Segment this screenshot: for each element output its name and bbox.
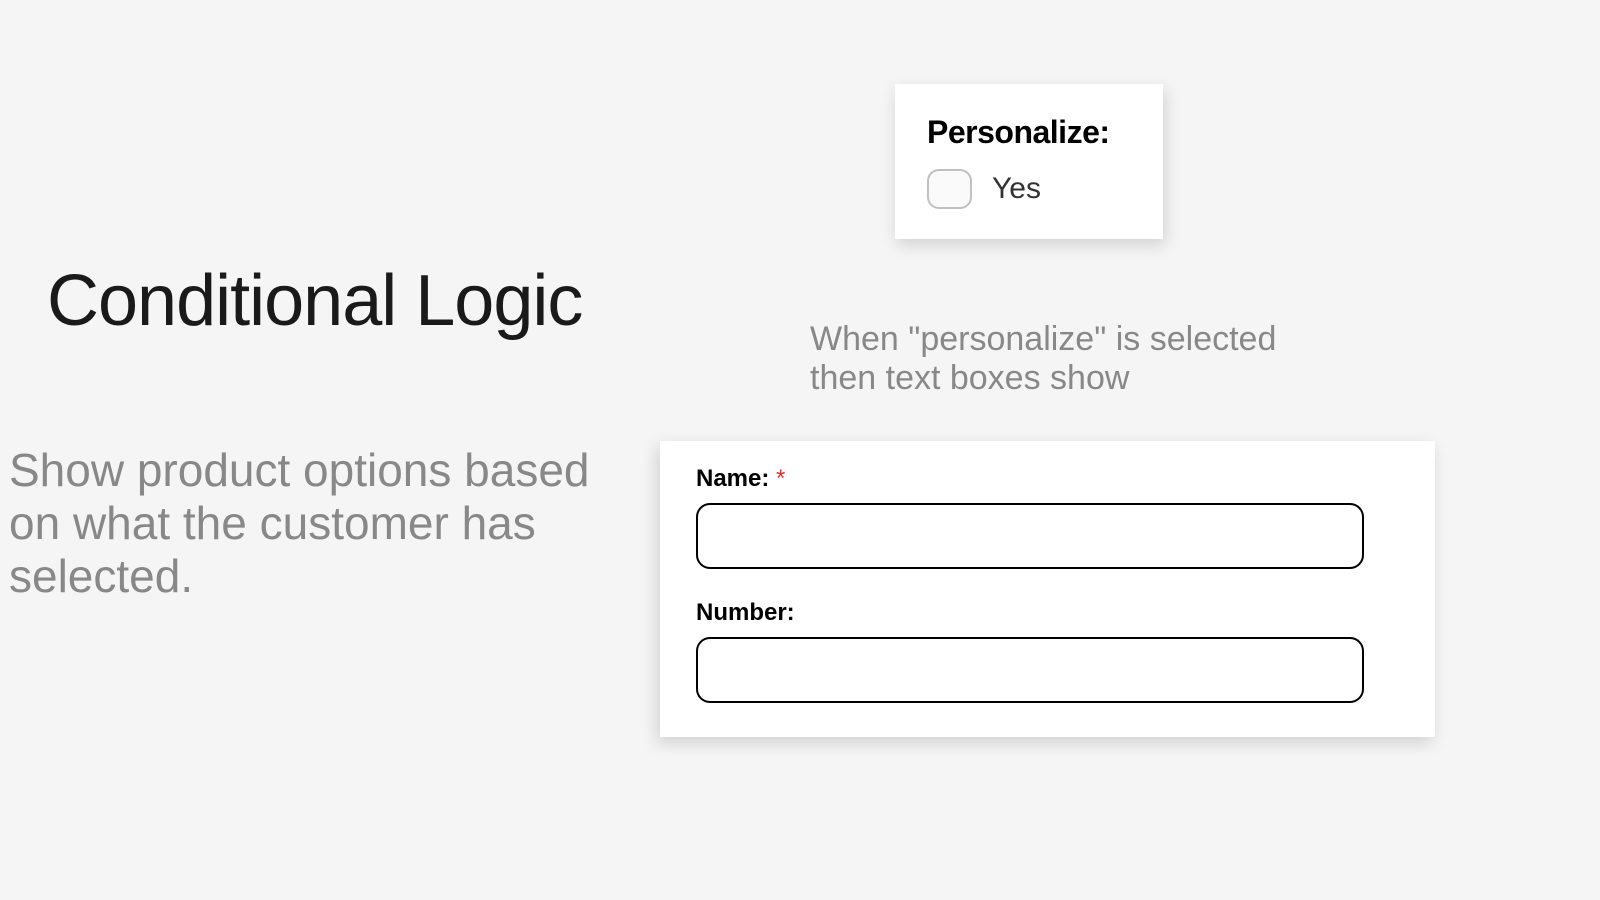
form-card: Name: * Number: — [660, 441, 1435, 737]
personalize-option-label: Yes — [992, 172, 1041, 206]
name-input[interactable] — [696, 503, 1364, 569]
number-input[interactable] — [696, 637, 1364, 703]
personalize-title: Personalize: — [927, 114, 1131, 151]
explanation-text: When "personalize" is selected then text… — [810, 320, 1310, 398]
required-indicator-icon: * — [776, 465, 785, 492]
page-heading: Conditional Logic — [47, 260, 582, 342]
number-field-label: Number: — [696, 599, 1399, 627]
personalize-card: Personalize: Yes — [895, 84, 1163, 239]
personalize-checkbox[interactable] — [927, 169, 972, 209]
page-subheading: Show product options based on what the c… — [9, 444, 649, 603]
name-label-text: Name: — [696, 465, 776, 492]
personalize-option-row: Yes — [927, 169, 1131, 209]
name-field-label: Name: * — [696, 465, 1399, 493]
